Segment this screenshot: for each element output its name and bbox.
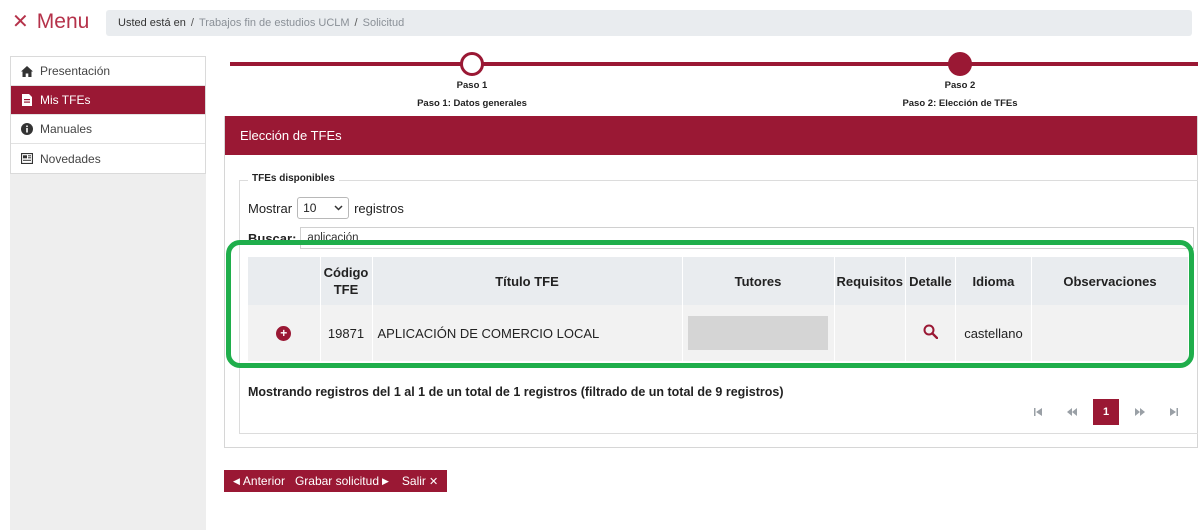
cell-requisitos [834,305,906,361]
stepper-line [230,62,1198,66]
cell-codigo: 19871 [320,305,373,361]
news-icon [19,153,35,164]
tutores-redacted-box [687,316,828,350]
info-icon [19,123,35,135]
column-header-detalle[interactable]: Detalle [905,257,956,305]
breadcrumb-label: Usted está en [118,17,186,29]
column-header-idioma[interactable]: Idioma [955,257,1032,305]
search-label: Buscar: [248,230,297,246]
sidebar-item-novedades[interactable]: Novedades [11,144,205,173]
close-icon: ✕ [428,475,439,488]
previous-page-icon[interactable] [1059,399,1085,425]
pagination: 1 [1017,399,1187,425]
cell-titulo: APLICACIÓN DE COMERCIO LOCAL [372,305,683,361]
previous-label: Anterior [242,474,285,488]
table-row: + 19871 APLICACIÓN DE COMERCIO LOCAL cas… [248,305,1188,361]
tfe-table-wrapper: Código TFE Título TFE Tutores Requisitos… [248,257,1188,377]
stepper: Paso 1 Paso 1: Datos generales Paso 2 Pa… [224,48,1198,116]
length-prefix: Mostrar [248,200,293,216]
sidebar-item-label: Presentación [40,64,111,78]
breadcrumb-item-solicitud: Solicitud [362,17,405,29]
caret-left-icon: ◀ [233,475,240,486]
cell-tutores [682,305,835,361]
next-page-icon[interactable] [1127,399,1153,425]
step-1-name: Paso 1 [456,80,488,91]
breadcrumb-item-tfe[interactable]: Trabajos fin de estudios UCLM [199,17,350,29]
page-length-value: 10 [303,201,317,215]
panel-header: Elección de TFEs [225,116,1197,155]
close-icon: ✕ [12,11,29,33]
page-length-select[interactable]: 10 [297,197,350,219]
top-bar: ✕ Menu Usted está en / Trabajos fin de e… [0,0,1198,48]
fieldset-legend: TFEs disponibles [248,173,339,184]
step-1-title: Paso 1: Datos generales [417,98,527,109]
search-icon[interactable] [923,324,939,342]
column-header-tutores[interactable]: Tutores [682,257,835,305]
save-request-button[interactable]: Grabar solicitud ▶ [295,474,392,488]
menu-label: Menu [36,10,90,33]
step-2-circle[interactable] [948,52,972,76]
document-icon [19,94,35,106]
step-2-name: Paso 2 [944,80,976,91]
home-icon [19,65,35,77]
exit-button[interactable]: Salir ✕ [402,474,441,488]
length-suffix: registros [354,200,404,216]
page-length-control: Mostrar 10 registros [248,197,404,219]
sidebar-item-presentacion[interactable]: Presentación [11,57,205,86]
search-control: Buscar: aplicación [248,227,1195,249]
sidebar-item-label: Mis TFEs [40,93,91,107]
sidebar-item-label: Novedades [40,151,101,166]
step-1-circle[interactable] [460,52,484,76]
chevron-down-icon [334,203,343,214]
column-header-titulo[interactable]: Título TFE [372,257,683,305]
sidebar-nav: Presentación Mis TFEs Manuales Novedades [10,56,206,174]
tfe-selection-panel: Elección de TFEs TFEs disponibles Mostra… [224,116,1198,448]
search-input[interactable]: aplicación [300,227,1195,249]
first-page-icon[interactable] [1025,399,1051,425]
tfe-table: Código TFE Título TFE Tutores Requisitos… [248,257,1188,361]
table-header-row: Código TFE Título TFE Tutores Requisitos… [248,257,1188,305]
table-info-text: Mostrando registros del 1 al 1 de un tot… [248,385,784,399]
add-cell: + [248,305,321,361]
cell-idioma: castellano [955,305,1032,361]
last-page-icon[interactable] [1161,399,1187,425]
sidebar-item-label: Manuales [40,122,93,136]
cell-observaciones [1031,305,1188,361]
available-tfes-fieldset: TFEs disponibles Mostrar 10 registros Bu… [239,173,1198,434]
step-2-title: Paso 2: Elección de TFEs [902,98,1018,109]
column-header-observaciones[interactable]: Observaciones [1031,257,1188,305]
caret-right-icon: ▶ [382,475,389,486]
exit-label: Salir [401,474,426,488]
breadcrumb: Usted está en / Trabajos fin de estudios… [106,10,1192,36]
column-header-codigo[interactable]: Código TFE [320,257,373,305]
column-header-action [248,257,321,305]
column-header-requisitos[interactable]: Requisitos [834,257,906,305]
cell-detalle [905,305,956,361]
breadcrumb-separator: / [354,17,358,29]
sidebar-item-manuales[interactable]: Manuales [11,115,205,144]
page-button-current[interactable]: 1 [1093,399,1119,425]
panel-title: Elección de TFEs [240,128,342,143]
add-tfe-button[interactable]: + [276,325,292,341]
action-bar: ◀ Anterior Grabar solicitud ▶ Salir ✕ [224,470,448,492]
menu-toggle[interactable]: ✕ Menu [12,10,89,34]
sidebar-item-mis-tfes[interactable]: Mis TFEs [11,86,205,115]
breadcrumb-separator: / [190,17,194,29]
sidebar: Presentación Mis TFEs Manuales Novedades [10,56,206,530]
previous-button[interactable]: ◀ Anterior [230,474,285,488]
save-label: Grabar solicitud [294,474,379,488]
main-content: Paso 1 Paso 1: Datos generales Paso 2 Pa… [224,48,1198,530]
